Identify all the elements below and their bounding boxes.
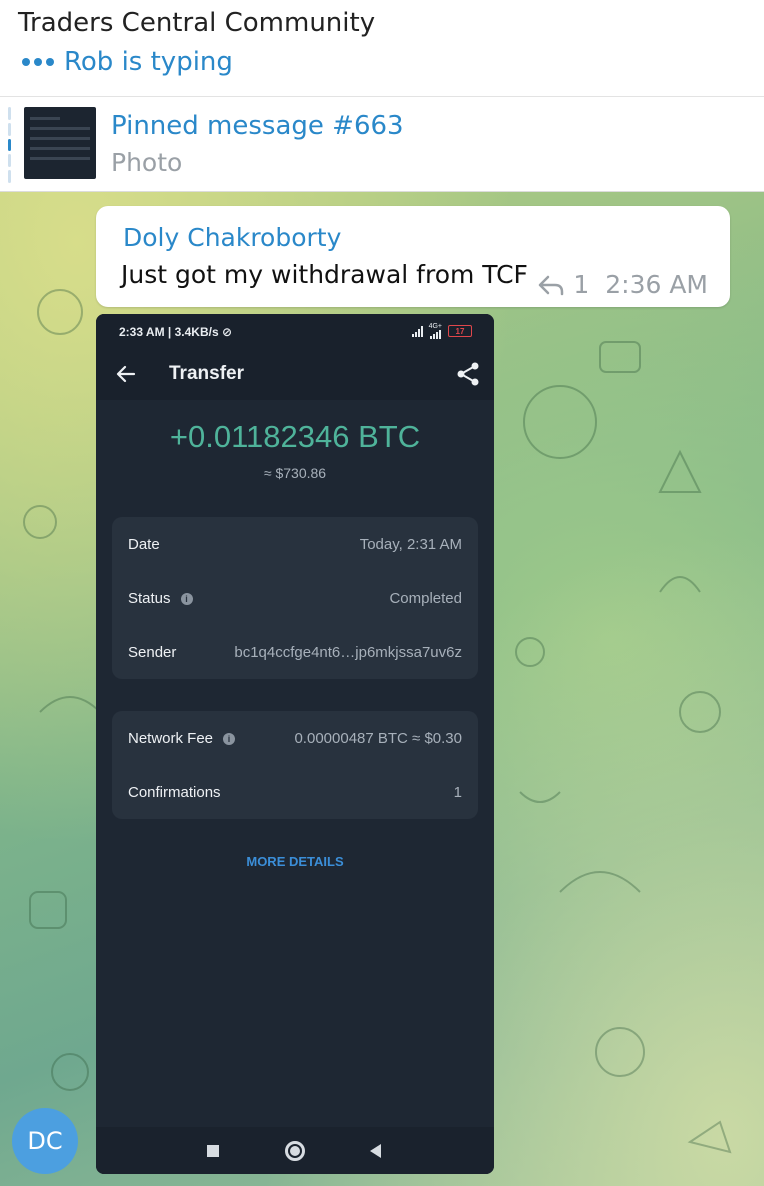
detail-label-wrap: Network Fee i	[128, 730, 236, 747]
typing-status: Rob is typing	[64, 47, 233, 77]
detail-label: Status	[128, 590, 171, 607]
detail-value: 0.00000487 BTC ≈ $0.30	[294, 730, 462, 747]
typing-dots-icon	[22, 58, 54, 66]
pinned-position-indicator	[8, 107, 11, 183]
home-icon[interactable]	[285, 1141, 305, 1161]
message-bubble[interactable]: Doly Chakroborty Just got my withdrawal …	[96, 206, 730, 307]
chat-title: Traders Central Community	[18, 8, 376, 38]
detail-label: Network Fee	[128, 730, 214, 747]
detail-row-date: Date Today, 2:31 AM	[112, 517, 478, 571]
photo-attachment[interactable]: 2:33 AM | 3.4KB/s ⊘ 4G+ 17 Transfer +0.0…	[96, 314, 494, 1174]
typing-indicator: Rob is typing	[22, 47, 233, 77]
reply-count[interactable]: 1	[573, 270, 589, 299]
battery-level: 17	[455, 326, 465, 336]
phone-status-bar: 2:33 AM | 3.4KB/s ⊘ 4G+ 17	[96, 314, 494, 350]
android-nav-bar	[96, 1127, 494, 1174]
detail-row-network-fee: Network Fee i 0.00000487 BTC ≈ $0.30	[112, 711, 478, 765]
battery-icon: 17	[448, 325, 472, 337]
more-details-link[interactable]: MORE DETAILS	[96, 854, 494, 869]
network-type: 4G+	[428, 323, 442, 330]
avatar-initials: DC	[27, 1127, 63, 1155]
back-triangle-icon[interactable]	[370, 1144, 381, 1158]
status-bar-time-text: 2:33 AM | 3.4KB/s	[119, 325, 219, 339]
pinned-message-bar[interactable]: Pinned message #663 Photo	[0, 96, 764, 192]
transfer-amount-usd: ≈ $730.86	[263, 465, 327, 481]
message-text: Just got my withdrawal from TCF	[121, 260, 528, 289]
message-time: 2:36 AM	[605, 270, 708, 299]
detail-label: Sender	[128, 644, 177, 661]
screen-title: Transfer	[169, 363, 244, 384]
signal-icon-2	[429, 330, 441, 339]
detail-value: 1	[453, 784, 462, 801]
sender-name[interactable]: Doly Chakroborty	[123, 223, 341, 252]
detail-value: Completed	[389, 590, 462, 607]
pinned-photo-thumbnail[interactable]	[24, 107, 96, 179]
avatar[interactable]: DC	[12, 1108, 78, 1174]
network-signal: 4G+	[429, 323, 442, 339]
status-bar-icons: 4G+ 17	[411, 323, 472, 339]
signal-icon	[411, 325, 423, 337]
message-meta: 1 2:36 AM	[537, 270, 708, 299]
detail-row-sender: Sender bc1q4ccfge4nt6…jp6mkjssa7uv6z	[112, 625, 478, 679]
recents-icon[interactable]	[207, 1145, 219, 1157]
alarm-off-icon: ⊘	[221, 325, 233, 339]
detail-label: Date	[128, 536, 160, 553]
transfer-details-card: Date Today, 2:31 AM Status i Completed S…	[112, 517, 478, 679]
detail-value[interactable]: bc1q4ccfge4nt6…jp6mkjssa7uv6z	[234, 644, 462, 661]
pinned-subtitle: Photo	[111, 148, 183, 177]
reply-icon[interactable]	[537, 274, 565, 296]
pinned-title: Pinned message #663	[111, 111, 404, 141]
back-arrow-icon[interactable]	[114, 362, 138, 386]
info-icon[interactable]: i	[180, 592, 193, 605]
info-icon[interactable]: i	[223, 732, 236, 745]
status-bar-time: 2:33 AM | 3.4KB/s ⊘	[119, 325, 232, 339]
share-icon[interactable]	[456, 361, 480, 387]
fee-details-card: Network Fee i 0.00000487 BTC ≈ $0.30 Con…	[112, 711, 478, 819]
detail-value: Today, 2:31 AM	[359, 536, 462, 553]
chat-header[interactable]: Traders Central Community Rob is typing	[0, 0, 764, 96]
app-bar: Transfer	[96, 350, 494, 400]
detail-row-status: Status i Completed	[112, 571, 478, 625]
detail-label-wrap: Status i	[128, 590, 193, 607]
detail-row-confirmations: Confirmations 1	[112, 765, 478, 819]
detail-label: Confirmations	[128, 784, 221, 801]
transfer-amount: +0.01182346 BTC	[169, 419, 421, 454]
